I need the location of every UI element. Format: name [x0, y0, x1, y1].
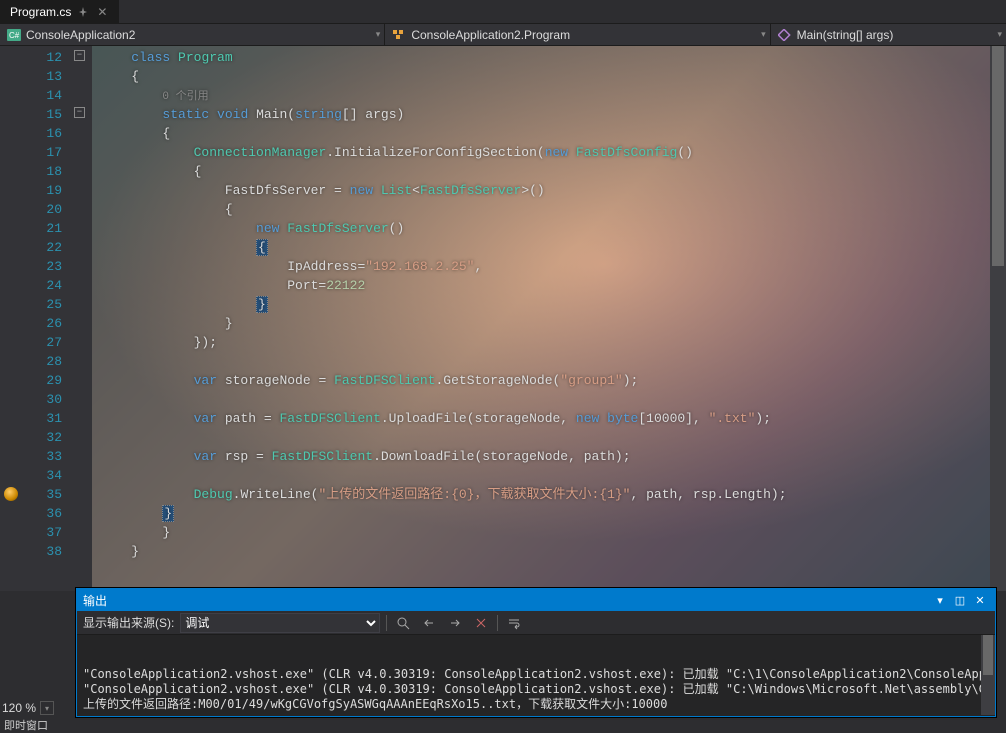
toolbar-separator — [497, 615, 498, 631]
pin-icon[interactable] — [77, 6, 89, 18]
breakpoint-gutter[interactable] — [0, 46, 24, 591]
tab-label: Program.cs — [10, 5, 71, 19]
file-tab-program[interactable]: Program.cs ✕ — [0, 0, 119, 24]
nav-method-dropdown[interactable]: Main(string[] args) ▾ — [771, 24, 1006, 45]
chevron-down-icon: ▾ — [997, 29, 1002, 40]
file-tab-bar: Program.cs ✕ — [0, 0, 1006, 24]
next-icon[interactable] — [445, 613, 465, 633]
fold-toggle-icon[interactable]: − — [74, 107, 85, 118]
toggle-wrap-icon[interactable] — [504, 613, 524, 633]
window-pin-icon[interactable]: ◫ — [951, 592, 969, 608]
chevron-down-icon: ▾ — [376, 29, 381, 40]
output-title-bar[interactable]: 输出 ▾ ◫ ✕ — [77, 589, 995, 611]
nav-method-label: Main(string[] args) — [797, 28, 894, 42]
nav-project-dropdown[interactable]: C# ConsoleApplication2 ▾ — [0, 24, 385, 45]
toolbar-separator — [386, 615, 387, 631]
chevron-down-icon[interactable]: ▾ — [40, 701, 54, 715]
output-panel: 输出 ▾ ◫ ✕ 显示输出来源(S): 调试 "ConsoleApplicati… — [76, 588, 996, 717]
output-title-label: 输出 — [83, 592, 107, 609]
nav-project-label: ConsoleApplication2 — [26, 28, 135, 42]
scrollbar-thumb[interactable] — [992, 46, 1004, 266]
svg-text:C#: C# — [9, 31, 20, 40]
output-source-select[interactable]: 调试 — [180, 613, 380, 633]
prev-icon[interactable] — [419, 613, 439, 633]
fold-toggle-icon[interactable]: − — [74, 50, 85, 61]
editor-vertical-scrollbar[interactable] — [990, 46, 1006, 591]
zoom-control[interactable]: 120 % ▾ — [2, 701, 54, 715]
output-content[interactable]: "ConsoleApplication2.vshost.exe" (CLR v4… — [77, 635, 995, 715]
window-dropdown-icon[interactable]: ▾ — [931, 592, 949, 608]
find-message-icon[interactable] — [393, 613, 413, 633]
output-vertical-scrollbar[interactable] — [981, 635, 995, 715]
breakpoint-marker-icon[interactable] — [4, 487, 18, 501]
line-number-gutter: 1213141516171819202122232425262728293031… — [24, 46, 70, 591]
class-icon — [391, 28, 407, 42]
code-content[interactable]: class Program { 0 个引用 static void Main(s… — [92, 46, 1006, 591]
output-toolbar: 显示输出来源(S): 调试 — [77, 611, 995, 635]
method-icon — [777, 28, 793, 42]
code-nav-bar: C# ConsoleApplication2 ▾ ConsoleApplicat… — [0, 24, 1006, 46]
output-source-label: 显示输出来源(S): — [83, 614, 174, 631]
nav-class-dropdown[interactable]: ConsoleApplication2.Program ▾ — [385, 24, 770, 45]
fold-gutter[interactable]: − − — [70, 46, 92, 591]
nav-class-label: ConsoleApplication2.Program — [411, 28, 570, 42]
immediate-window-tab[interactable]: 即时窗口 — [4, 717, 48, 733]
clear-all-icon[interactable] — [471, 613, 491, 633]
close-icon[interactable]: ✕ — [971, 592, 989, 608]
close-icon[interactable]: ✕ — [95, 5, 109, 19]
code-editor[interactable]: 1213141516171819202122232425262728293031… — [0, 46, 1006, 591]
chevron-down-icon: ▾ — [761, 29, 766, 40]
zoom-label: 120 % — [2, 701, 36, 715]
bottom-tool-tabs: 即时窗口 — [0, 717, 52, 733]
scrollbar-thumb[interactable] — [983, 635, 993, 675]
csharp-project-icon: C# — [6, 28, 22, 42]
